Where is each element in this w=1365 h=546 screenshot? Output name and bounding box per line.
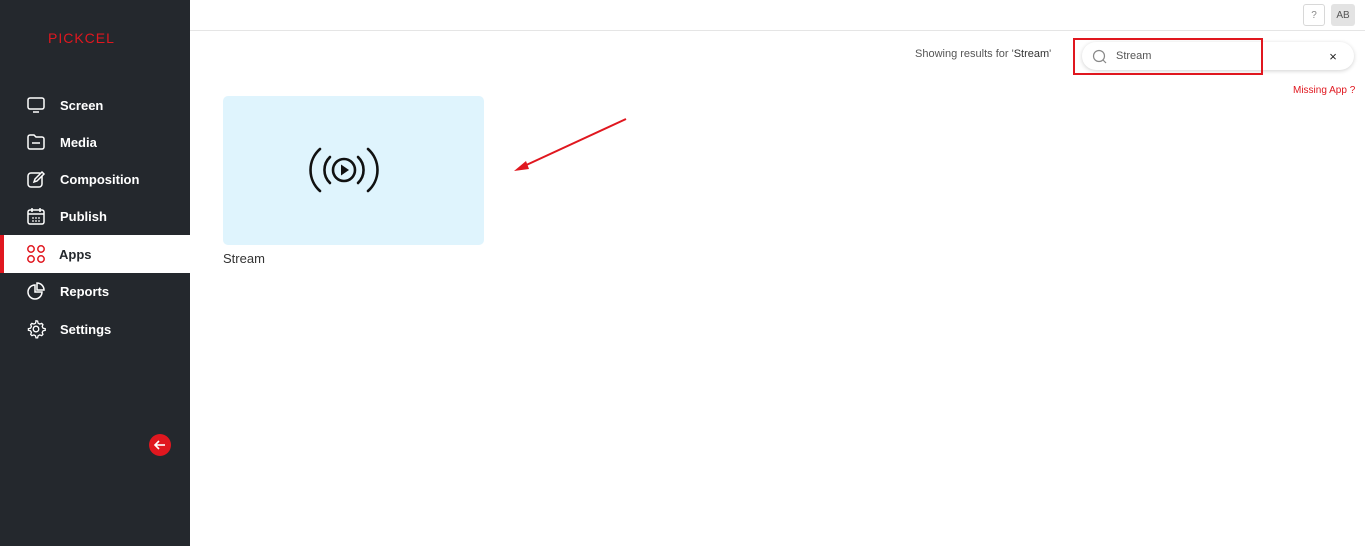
search-icon [1092,49,1107,64]
sidebar: PICKCEL Screen Media Composition Publish… [0,0,190,546]
svg-text:PICKCEL: PICKCEL [48,30,115,46]
search-input[interactable] [1116,47,1316,65]
results-suffix: ' [1049,48,1052,60]
app-card-stream[interactable] [223,96,484,245]
help-button[interactable]: ? [1303,4,1325,26]
sidebar-item-reports[interactable]: Reports [0,272,190,310]
pie-chart-icon [27,282,45,300]
search-results-text: Showing results for 'Stream' [915,48,1051,60]
sidebar-item-publish[interactable]: Publish [0,197,190,235]
sidebar-item-screen[interactable]: Screen [0,86,190,124]
arrow-left-icon [153,440,165,450]
sidebar-item-label: Apps [59,246,92,262]
calendar-icon [27,208,45,225]
search-box: × [1082,42,1354,70]
gear-icon [27,320,46,339]
annotation-arrow [514,118,627,171]
sidebar-item-media[interactable]: Media [0,123,190,161]
top-bar [190,0,1365,31]
avatar[interactable]: AB [1331,4,1355,26]
sidebar-item-settings[interactable]: Settings [0,310,190,348]
monitor-icon [27,97,45,113]
sidebar-item-label: Reports [60,283,110,299]
results-prefix: Showing results for ' [915,48,1014,60]
sidebar-item-label: Screen [60,97,104,113]
sidebar-item-label: Composition [60,171,140,187]
sidebar-item-label: Media [60,134,97,150]
results-query: Stream [1013,48,1050,60]
sidebar-item-label: Publish [60,208,107,224]
broadcast-play-icon [309,147,379,193]
collapse-sidebar-button[interactable] [149,434,171,456]
edit-icon [27,170,46,188]
apps-grid-icon [27,245,45,263]
sidebar-item-composition[interactable]: Composition [0,160,190,198]
app-name[interactable]: Stream [223,251,265,266]
clear-search-button[interactable]: × [1325,48,1341,64]
sidebar-item-apps[interactable]: Apps [0,235,190,273]
missing-app-link[interactable]: Missing App ? [1293,85,1355,96]
sidebar-item-label: Settings [60,321,112,337]
pickcel-logo[interactable]: PICKCEL [48,30,144,46]
folder-icon [27,134,45,150]
